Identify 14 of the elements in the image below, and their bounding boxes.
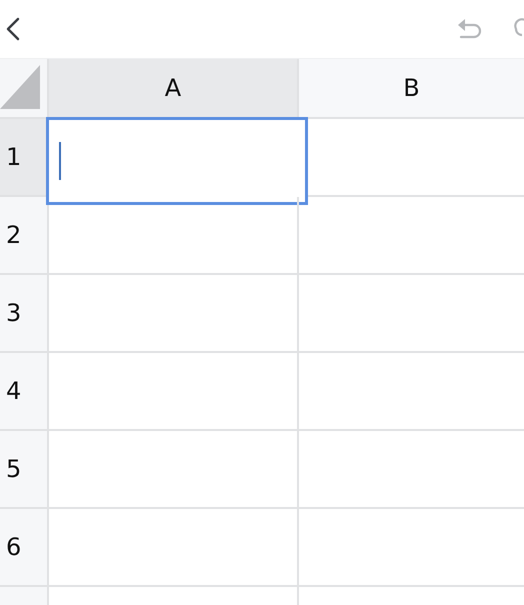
row-header[interactable] — [0, 587, 49, 605]
row-header[interactable]: 3 — [0, 275, 49, 351]
row-header[interactable]: 4 — [0, 353, 49, 429]
triangle-icon — [0, 65, 40, 109]
row-header[interactable]: 6 — [0, 509, 49, 585]
back-icon[interactable] — [6, 17, 20, 41]
row-header[interactable]: 2 — [0, 197, 49, 273]
row-header[interactable]: 5 — [0, 431, 49, 507]
select-all-corner[interactable] — [0, 59, 49, 117]
column-header[interactable]: B — [299, 59, 524, 117]
active-cell[interactable] — [46, 117, 308, 205]
column-header[interactable]: A — [49, 59, 299, 117]
row-header[interactable]: 1 — [0, 119, 49, 195]
text-cursor — [59, 142, 61, 180]
